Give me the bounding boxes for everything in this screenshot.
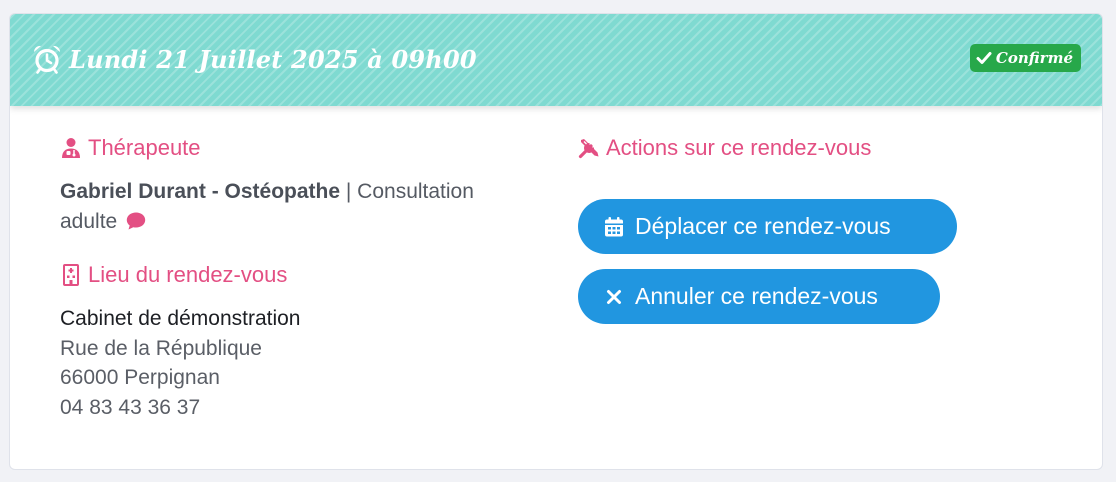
cancel-appointment-label: Annuler ce rendez-vous <box>635 283 878 309</box>
comment-icon[interactable] <box>125 211 147 231</box>
status-badge: Confirmé <box>969 44 1081 72</box>
cancel-appointment-button[interactable]: Annuler ce rendez-vous <box>578 269 940 324</box>
tools-icon <box>578 139 599 159</box>
therapist-name: Gabriel Durant - Ostéopathe <box>60 180 341 203</box>
location-phone: 04 83 43 36 37 <box>60 395 201 419</box>
close-icon <box>607 289 621 304</box>
appointment-header: Lundi 21 Juillet 2025 à 09h00 Confirmé <box>10 14 1102 106</box>
location-details: Cabinet de démonstration Rue de la Répub… <box>60 304 301 422</box>
alarm-clock-icon <box>33 45 61 74</box>
check-icon <box>976 52 992 64</box>
location-street: Rue de la République <box>60 336 262 360</box>
calendar-icon <box>605 216 623 236</box>
location-name: Cabinet de démonstration <box>60 307 301 330</box>
location-heading: Lieu du rendez-vous <box>60 262 287 288</box>
user-doctor-icon <box>62 138 80 158</box>
actions-heading-label: Actions sur ce rendez-vous <box>606 135 872 160</box>
therapist-heading: Thérapeute <box>60 135 201 161</box>
move-appointment-button[interactable]: Déplacer ce rendez-vous <box>578 199 957 254</box>
status-label: Confirmé <box>995 49 1073 67</box>
actions-heading: Actions sur ce rendez-vous <box>578 135 871 161</box>
location-city: 66000 Perpignan <box>60 366 220 389</box>
hospital-building-icon <box>63 264 79 286</box>
appointment-title: Lundi 21 Juillet 2025 à 09h00 <box>69 45 477 74</box>
therapist-details: Gabriel Durant - Ostéopathe | Consultati… <box>60 177 530 237</box>
appointment-card: Lundi 21 Juillet 2025 à 09h00 Confirmé T… <box>9 13 1103 470</box>
location-heading-label: Lieu du rendez-vous <box>88 262 288 287</box>
therapist-separator: | <box>340 180 358 203</box>
therapist-heading-label: Thérapeute <box>88 135 201 160</box>
move-appointment-label: Déplacer ce rendez-vous <box>635 213 891 239</box>
